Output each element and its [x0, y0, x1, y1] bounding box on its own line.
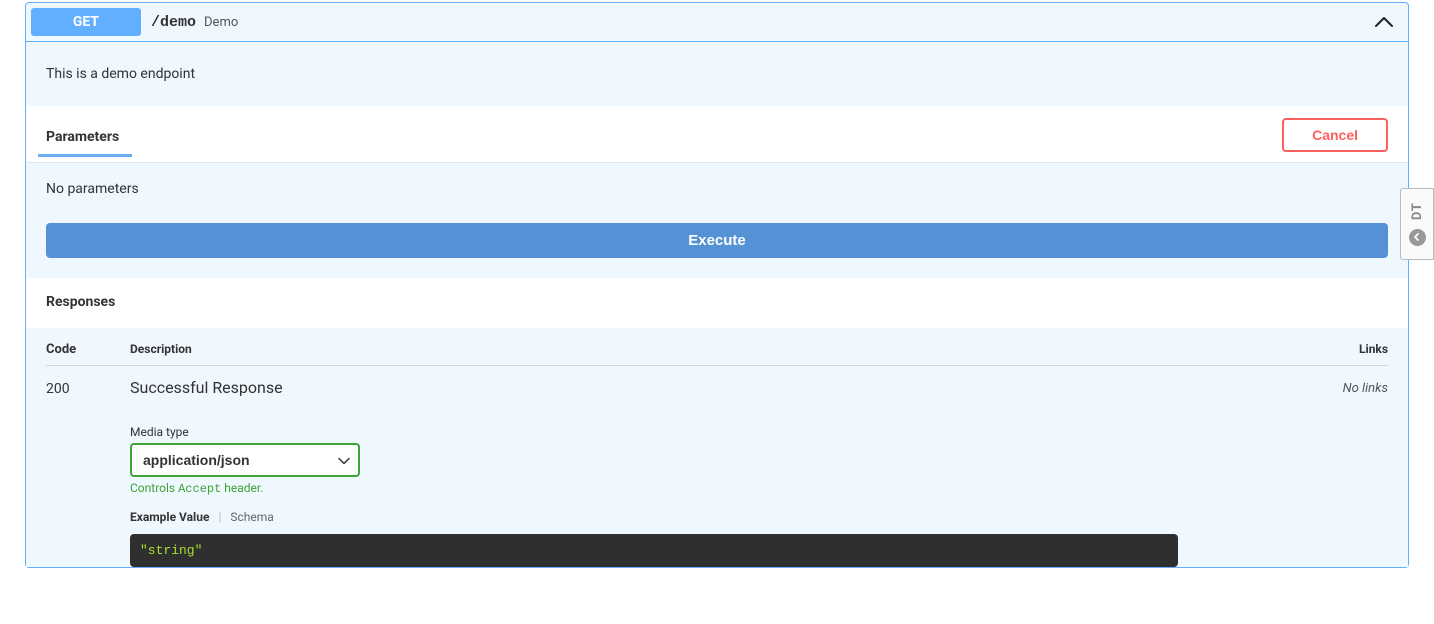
operation-path: /demo	[151, 14, 196, 31]
responses-title: Responses	[46, 294, 115, 310]
tab-schema[interactable]: Schema	[230, 510, 273, 524]
column-description: Description	[130, 342, 1308, 357]
operation-summary-row[interactable]: GET /demo Demo	[26, 3, 1408, 42]
response-description: Successful Response	[130, 378, 1308, 397]
execute-wrapper: Execute	[26, 217, 1408, 278]
response-code: 200	[46, 378, 130, 567]
column-code: Code	[46, 342, 130, 357]
operation-summary: Demo	[204, 15, 238, 30]
parameters-title: Parameters	[46, 129, 119, 156]
example-code-block: "string"	[130, 534, 1178, 567]
media-type-label: Media type	[130, 425, 1308, 439]
response-links: No links	[1308, 378, 1388, 567]
tab-underline	[38, 154, 132, 157]
sidebar-widget-label: DT	[1410, 202, 1425, 220]
operation-block: GET /demo Demo This is a demo endpoint P…	[25, 2, 1409, 568]
responses-body: Code Description Links 200 Successful Re…	[26, 328, 1408, 567]
arrow-left-icon	[1409, 229, 1426, 246]
execute-button[interactable]: Execute	[46, 223, 1388, 258]
media-type-select-wrapper: application/json	[130, 443, 360, 477]
accept-header-note: Controls Accept header.	[130, 481, 1308, 496]
model-tabs: Example Value | Schema	[130, 510, 1308, 524]
parameters-header: Parameters Cancel	[26, 106, 1408, 163]
cancel-button[interactable]: Cancel	[1282, 118, 1388, 152]
responses-header: Responses	[26, 278, 1408, 328]
media-type-select[interactable]: application/json	[130, 443, 360, 477]
sidebar-widget[interactable]: DT	[1400, 188, 1434, 260]
response-row: 200 Successful Response Media type appli…	[46, 366, 1388, 567]
column-links: Links	[1308, 342, 1388, 357]
tab-divider: |	[218, 510, 221, 524]
operation-description: This is a demo endpoint	[26, 42, 1408, 106]
chevron-up-icon	[1375, 16, 1393, 28]
http-method-badge: GET	[31, 8, 141, 36]
responses-table-header: Code Description Links	[46, 342, 1388, 366]
no-parameters-text: No parameters	[26, 163, 1408, 217]
tab-example-value[interactable]: Example Value	[130, 510, 209, 524]
